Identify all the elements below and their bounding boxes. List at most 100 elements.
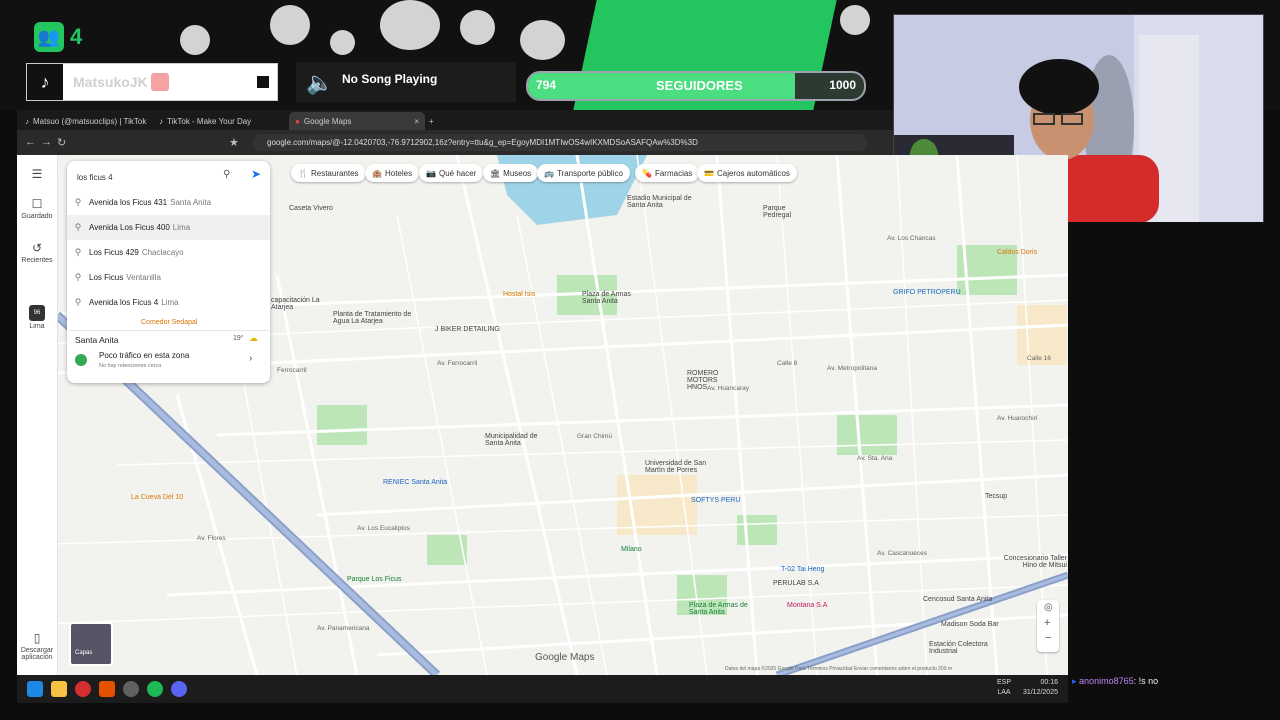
map-footer[interactable]: Datos del mapa ©2025 Google Perú Término… (725, 666, 952, 672)
chat-message: ▸ anonimo8765: !s no (1072, 676, 1158, 687)
map-label[interactable]: Parque Pedregal (763, 205, 813, 219)
map-label[interactable]: Hostal Isis (503, 291, 535, 298)
street-label: Gran Chimú (577, 433, 613, 440)
google-map[interactable]: 🍴 Restaurantes 🏨 Hoteles 📷 Qué hacer 🏛 Museo… (17, 155, 1068, 675)
map-label[interactable]: Montana S.A (787, 602, 827, 609)
search-input[interactable] (75, 167, 219, 187)
chip-cajeros[interactable]: 💳 Cajeros automáticos (697, 164, 797, 182)
my-location-icon[interactable]: ◎ (1044, 602, 1053, 613)
layers-button[interactable]: Capas (69, 622, 113, 666)
map-label[interactable]: Plaza de Armas Santa Anita (582, 291, 642, 305)
pin-icon: ⚲ (74, 272, 82, 282)
tab-tiktok-matsuo[interactable]: ♪ Matsuo (@matsuoclips) | TikTok (19, 112, 157, 130)
street-label: Av. Metropolitana (827, 365, 877, 372)
search-icon[interactable]: ⚲ (223, 169, 230, 180)
map-label[interactable]: J BIKER DETAILING (435, 326, 500, 333)
map-label[interactable]: PERULAB S.A (773, 580, 819, 587)
history-icon: ↺ (31, 241, 43, 255)
directions-icon[interactable]: ➤ (251, 167, 261, 181)
tab-tiktok-home[interactable]: ♪ TikTok - Make Your Day (153, 112, 287, 130)
suggestion-item[interactable]: ⚲ Los Ficus Ventanilla (67, 265, 270, 290)
map-label[interactable]: Universidad de San Martín de Porres (645, 460, 710, 474)
language-indicator[interactable]: ESP LAA (997, 678, 1011, 698)
download-app-button[interactable]: ▯ Descargar aplicación (17, 631, 57, 661)
windows-start-icon[interactable] (27, 681, 43, 697)
map-label[interactable]: RENIEC Santa Anita (383, 479, 447, 486)
spotify-icon[interactable] (147, 681, 163, 697)
street-label: Av. Panamericana (317, 625, 370, 632)
map-label[interactable]: Caseta Vivero (289, 205, 333, 212)
suggestion-item[interactable]: ⚲ Los Ficus 429 Chaclacayo (67, 240, 270, 265)
chip-museos[interactable]: 🏛 Museos (483, 164, 539, 182)
museum-icon: 🏛 (490, 168, 501, 178)
brave-icon[interactable] (99, 681, 115, 697)
suggestion-sub: Lima (161, 298, 179, 307)
taskbar: ESP LAA 00:16 31/12/2025 (17, 675, 1068, 703)
opera-icon[interactable] (75, 681, 91, 697)
chip-transporte[interactable]: 🚌 Transporte público (537, 164, 630, 182)
map-label[interactable]: Parque Los Ficus (347, 576, 401, 583)
saved-button[interactable]: ☐ Guardado (17, 197, 57, 220)
obs-icon[interactable] (123, 681, 139, 697)
chip-farmacias[interactable]: 💊 Farmacias (635, 164, 700, 182)
back-icon[interactable]: ← (25, 136, 36, 148)
maps-tab-icon: ● (295, 116, 300, 126)
browser-window: ♪ Matsuo (@matsuoclips) | TikTok ♪ TikTo… (17, 110, 893, 155)
suggestion-main: Los Ficus 429 (89, 248, 139, 257)
map-label[interactable]: T-02 Tai Heng (781, 566, 824, 573)
tiktok-username: MatsukoJK (73, 74, 148, 90)
discord-icon[interactable] (171, 681, 187, 697)
map-label[interactable]: Estación Colectora Industrial (929, 641, 1004, 655)
music-widget: 🔈 No Song Playing (296, 62, 516, 102)
map-label[interactable]: Caldos Doris (997, 249, 1037, 256)
suggestion-sub: Santa Anita (170, 198, 212, 207)
chip-que-hacer[interactable]: 📷 Qué hacer (419, 164, 484, 182)
map-label[interactable]: La Cueva Del 10 (131, 494, 183, 501)
suggestion-item[interactable]: ⚲ Avenida los Ficus 4 Lima (67, 290, 270, 315)
street-label: Av. Huancaray (707, 385, 750, 392)
map-label[interactable]: Cencosud Santa Anita (923, 596, 992, 603)
pin-icon: ⚲ (74, 247, 82, 257)
tiktok-tab-icon: ♪ (159, 116, 163, 126)
suggestion-item[interactable]: ⚲ Avenida Los Ficus 400 Lima (67, 215, 270, 240)
map-label[interactable]: Plaza de Armas de Santa Anita (689, 602, 749, 616)
tiktok-tab-icon: ♪ (25, 116, 29, 126)
menu-button[interactable]: ☰ (17, 167, 57, 183)
street-label: Av. Huarochirí (997, 415, 1038, 422)
atm-icon: 💳 (704, 168, 714, 178)
weather-icon: ☁ (249, 333, 258, 343)
map-label[interactable]: Milano (621, 546, 642, 553)
map-label[interactable]: Planta de Tratamiento de Agua La Atarjea (333, 311, 413, 325)
zoom-out-button[interactable]: − (1045, 632, 1051, 644)
bookmark-icon[interactable]: ★ (229, 136, 239, 149)
map-label[interactable]: GRIFO PETROPERU (893, 289, 961, 296)
clock[interactable]: 00:16 31/12/2025 (1023, 678, 1058, 698)
zoom-in-button[interactable]: + (1044, 617, 1050, 629)
map-label[interactable]: Municipalidad de Santa Anita (485, 433, 545, 447)
file-explorer-icon[interactable] (51, 681, 67, 697)
map-label[interactable]: Madison Soda Bar (941, 621, 999, 628)
chat-text: : !s no (1133, 676, 1159, 686)
forward-icon[interactable]: → (41, 136, 52, 148)
url-field[interactable]: google.com/maps/@-12.0420703,-76.9712902… (253, 134, 867, 151)
close-tab-icon[interactable]: × (414, 117, 419, 126)
map-label[interactable]: Comedor Sedapal (141, 319, 197, 326)
chip-label: Transporte público (556, 168, 623, 178)
system-tray: ESP LAA 00:16 31/12/2025 (997, 678, 1058, 698)
chip-restaurantes[interactable]: 🍴 Restaurantes (291, 164, 366, 182)
lima-recent-button[interactable]: 96 Lima (17, 305, 57, 330)
suggestion-item[interactable]: ⚲ Avenida los Ficus 431 Santa Anita (67, 190, 270, 215)
map-label[interactable]: Tecsup (985, 493, 1007, 500)
tab-google-maps[interactable]: ● Google Maps × (289, 112, 425, 130)
map-label[interactable]: SOFTYS PERU (691, 497, 740, 504)
map-label[interactable]: Concesionario Taller Hino de Mitsui (997, 555, 1067, 569)
reload-icon[interactable]: ↻ (57, 136, 66, 149)
lang-code: ESP (996, 679, 1011, 686)
recents-button[interactable]: ↺ Recientes (17, 241, 57, 264)
chat-user-icon: ▸ (1072, 676, 1077, 686)
chip-hoteles[interactable]: 🏨 Hoteles (365, 164, 420, 182)
new-tab-button[interactable]: + (423, 112, 434, 130)
map-label[interactable]: capacitación La Atarjea (271, 297, 321, 311)
map-label[interactable]: Estadio Municipal de Santa Anita (627, 195, 697, 209)
traffic-card[interactable]: Santa Anita 19° ☁ Poco tráfico en esta z… (69, 330, 269, 381)
